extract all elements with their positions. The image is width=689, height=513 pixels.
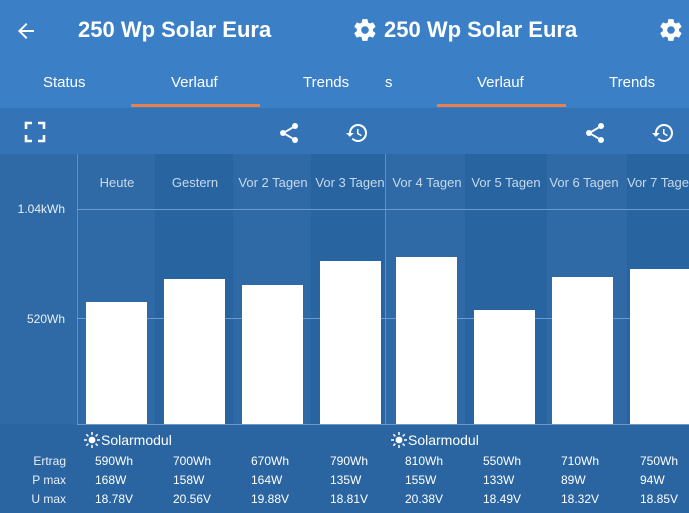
stat-umax-0: 18.78V: [95, 492, 134, 506]
stat-pmax-5: 133W: [483, 473, 515, 487]
stat-umax-2: 19.88V: [251, 492, 290, 506]
stat-pmax-6: 89W: [561, 473, 586, 487]
stat-label-ertrag: Ertrag: [33, 454, 66, 468]
history-icon[interactable]: [651, 121, 675, 150]
stat-pmax-4: 155W: [405, 473, 437, 487]
history-chart: 1.04kWh 520Wh Heute Gestern Vor 2 Tagen …: [0, 154, 689, 513]
module-label: Solarmodul: [101, 432, 172, 448]
stat-umax-6: 18.32V: [561, 492, 600, 506]
y-tick-label: 1.04kWh: [17, 202, 65, 216]
stat-umax-3: 18.81V: [330, 492, 369, 506]
stat-pmax-1: 158W: [173, 473, 205, 487]
tab-verlauf-right[interactable]: Verlauf: [477, 74, 524, 91]
stat-pmax-3: 135W: [330, 473, 362, 487]
history-icon[interactable]: [345, 121, 369, 150]
gear-icon[interactable]: [352, 17, 378, 48]
app-bar: 250 Wp Solar Eura 250 Wp Solar Eura Stat…: [0, 0, 689, 108]
gridline: [77, 209, 689, 210]
module-label: Solarmodul: [408, 432, 479, 448]
stat-ertrag-3: 790Wh: [330, 454, 369, 468]
tab-trends-right[interactable]: Trends: [609, 74, 655, 91]
day-label: Vor 3 Tagen: [315, 175, 385, 190]
stat-umax-1: 20.56V: [173, 492, 212, 506]
stat-ertrag-5: 550Wh: [483, 454, 522, 468]
bar-7[interactable]: [630, 268, 689, 424]
day-label: Heute: [99, 175, 135, 190]
bar-5[interactable]: [474, 310, 535, 424]
stat-ertrag-7: 750Wh: [640, 454, 679, 468]
stat-pmax-2: 164W: [251, 473, 283, 487]
stats-divider: [77, 424, 689, 425]
stat-pmax-0: 168W: [95, 473, 127, 487]
stat-ertrag-1: 700Wh: [173, 454, 212, 468]
y-tick-label: 520Wh: [26, 312, 65, 326]
page-title-left: 250 Wp Solar Eura: [78, 17, 272, 42]
stat-ertrag-2: 670Wh: [251, 454, 290, 468]
page-title-right: 250 Wp Solar Eura: [384, 17, 578, 42]
bar-1[interactable]: [164, 279, 225, 424]
tab-indicator-right: [437, 104, 566, 107]
bar-6[interactable]: [552, 277, 613, 424]
sun-icon: [391, 432, 407, 453]
stat-umax-5: 18.49V: [483, 492, 522, 506]
stat-ertrag-0: 590Wh: [95, 454, 134, 468]
bar-4[interactable]: [396, 256, 457, 424]
arrow-left-icon[interactable]: [14, 19, 38, 48]
bar-0[interactable]: [86, 302, 147, 424]
stat-umax-4: 20.38V: [405, 492, 444, 506]
day-label: Gestern: [171, 175, 219, 190]
stat-pmax-7: 94W: [640, 473, 665, 487]
chart-toolbar: [0, 108, 689, 154]
share-icon[interactable]: [277, 121, 301, 150]
tab-status[interactable]: Status: [43, 74, 86, 91]
stat-ertrag-4: 810Wh: [405, 454, 444, 468]
day-label: Vor 4 Tagen: [392, 175, 462, 190]
tab-verlauf[interactable]: Verlauf: [171, 74, 218, 91]
tab-indicator: [131, 104, 260, 107]
share-icon[interactable]: [583, 121, 607, 150]
bar-3[interactable]: [320, 260, 381, 424]
tab-status-partial[interactable]: s: [385, 74, 393, 91]
stat-ertrag-6: 710Wh: [561, 454, 600, 468]
sun-icon: [84, 432, 100, 453]
stat-label-umax: U max: [31, 492, 66, 506]
day-label: Vor 6 Tagen: [549, 175, 619, 190]
day-label: Vor 5 Tagen: [471, 175, 541, 190]
day-label: Vor 2 Tagen: [238, 175, 308, 190]
tab-trends[interactable]: Trends: [303, 74, 349, 91]
day-label: Vor 7 Tage: [627, 175, 689, 190]
gear-icon[interactable]: [658, 17, 684, 48]
stat-umax-7: 18.85V: [640, 492, 679, 506]
bar-2[interactable]: [242, 285, 303, 424]
fullscreen-icon[interactable]: [24, 121, 46, 148]
stat-label-pmax: P max: [32, 473, 66, 487]
